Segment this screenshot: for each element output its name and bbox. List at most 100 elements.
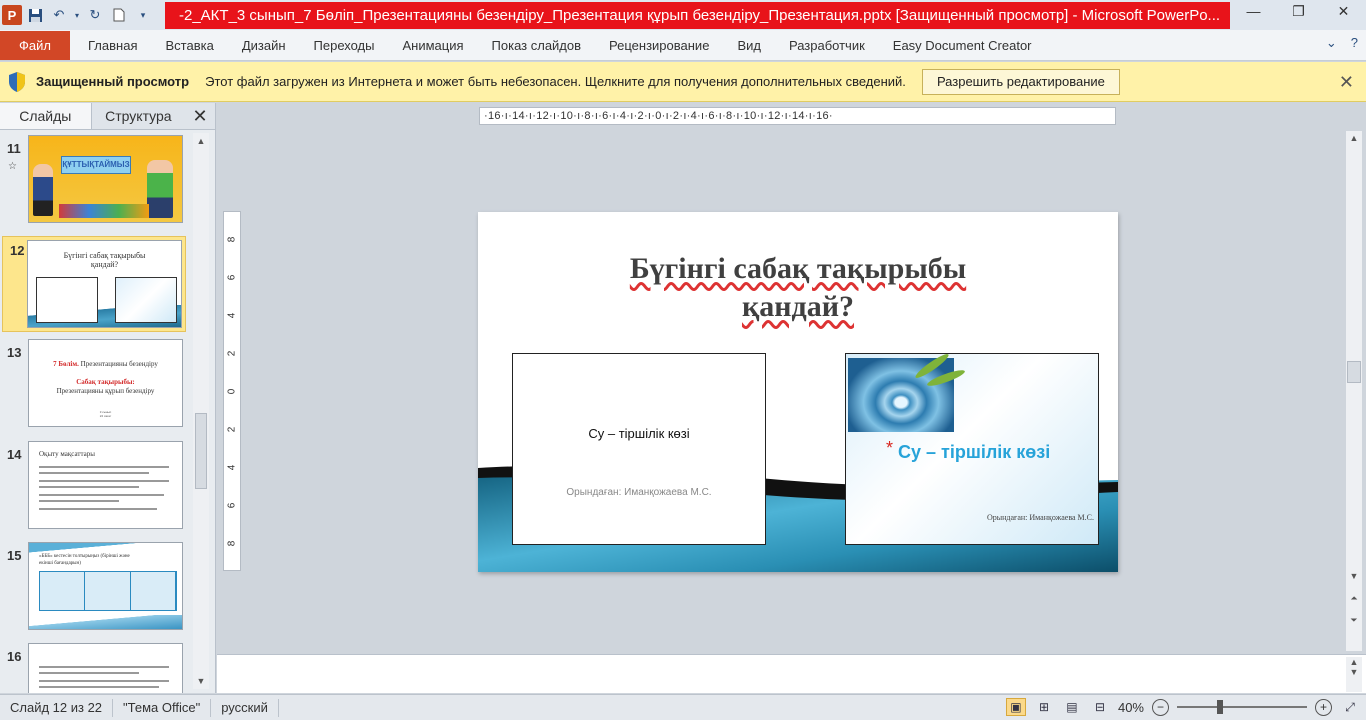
undo-icon[interactable]: ↶ bbox=[48, 4, 70, 26]
tab-slides[interactable]: Слайды bbox=[0, 103, 92, 129]
thumb-line-3: Презентацияны құрып безендіру bbox=[56, 387, 155, 395]
tab-view[interactable]: Вид bbox=[723, 30, 775, 61]
slide-thumbnail-15[interactable]: 15 «БББ» кестесін толтырыңыз (бірінші жә… bbox=[0, 542, 192, 638]
thumb-text-line bbox=[39, 472, 149, 474]
file-tab[interactable]: Файл bbox=[0, 30, 70, 60]
scroll-thumb[interactable] bbox=[195, 413, 207, 489]
boy-image bbox=[147, 160, 173, 218]
ribbon-tabs: Файл Главная Вставка Дизайн Переходы Ани… bbox=[0, 30, 1366, 61]
view-controls: ▣ ⊞ ▤ ⊟ 40% − + ⤢ bbox=[1005, 698, 1360, 716]
slide-sorter-icon[interactable]: ⊞ bbox=[1034, 698, 1054, 716]
zoom-level[interactable]: 40% bbox=[1118, 700, 1144, 715]
zoom-slider-knob[interactable] bbox=[1217, 700, 1223, 714]
scroll-down-icon[interactable]: ▼ bbox=[1346, 571, 1362, 581]
language[interactable]: русский bbox=[211, 698, 279, 717]
slide-title[interactable]: Бүгінгі сабақ тақырыбы қандай? bbox=[478, 250, 1118, 326]
notes-scrollbar[interactable]: ▲ ▼ bbox=[1346, 657, 1362, 692]
tab-animations[interactable]: Анимация bbox=[389, 30, 478, 61]
thumb-heading: Оқыту мақсаттары bbox=[39, 450, 95, 458]
previous-slide-icon[interactable]: ⏶ bbox=[1346, 593, 1362, 604]
thumb-text-line bbox=[39, 466, 169, 468]
thumb-table bbox=[39, 571, 177, 611]
powerpoint-logo-icon[interactable]: P bbox=[2, 5, 22, 25]
thumb-text-line bbox=[39, 680, 169, 682]
embedded-slide-1[interactable]: Су – тіршілік көзі Орындаған: Иманқожаев… bbox=[512, 353, 766, 545]
thumb-line-1: 7 Бөлім. Презентацияны безендіру bbox=[29, 360, 182, 368]
tab-design[interactable]: Дизайн bbox=[228, 30, 300, 61]
protected-view-title: Защищенный просмотр bbox=[36, 74, 190, 89]
slide-thumbnail-13[interactable]: 13 7 Бөлім. Презентацияны безендіру Саба… bbox=[0, 339, 192, 435]
notes-pane[interactable]: ▲ ▼ bbox=[217, 654, 1366, 693]
restore-button[interactable]: ❐ bbox=[1276, 0, 1321, 22]
editor-scrollbar[interactable]: ▲ ▼ ⏶ ⏷ bbox=[1346, 131, 1362, 651]
tab-slideshow[interactable]: Показ слайдов bbox=[478, 30, 596, 61]
new-document-icon[interactable] bbox=[108, 4, 130, 26]
close-window-button[interactable]: ✕ bbox=[1321, 0, 1366, 22]
thumb-line-4: 3 сынып 22 сағат bbox=[29, 410, 182, 418]
slide-number: 11 bbox=[7, 141, 21, 156]
ruler-mark: 4 bbox=[226, 464, 238, 471]
minimize-button[interactable]: — bbox=[1231, 0, 1276, 22]
tab-developer[interactable]: Разработчик bbox=[775, 30, 879, 61]
scroll-thumb[interactable] bbox=[1347, 361, 1361, 383]
fit-to-window-icon[interactable]: ⤢ bbox=[1340, 698, 1360, 716]
scroll-up-icon[interactable]: ▲ bbox=[193, 133, 209, 149]
enable-editing-button[interactable]: Разрешить редактирование bbox=[921, 68, 1120, 95]
normal-view-icon[interactable]: ▣ bbox=[1005, 698, 1026, 716]
ruler-mark: 6 bbox=[226, 274, 238, 281]
animation-star-icon: ☆ bbox=[8, 161, 17, 172]
ruler-mark: 6 bbox=[226, 502, 238, 509]
tab-outline[interactable]: Структура bbox=[92, 103, 186, 129]
current-slide[interactable]: Бүгінгі сабақ тақырыбы қандай? Су – тірш… bbox=[478, 212, 1118, 572]
zoom-in-icon[interactable]: + bbox=[1315, 698, 1332, 716]
embedded-author: Орындаған: Иманқожаева М.С. bbox=[566, 487, 712, 498]
embedded-title: Су – тіршілік көзі bbox=[588, 426, 690, 441]
slide-thumbnail-12[interactable]: 12 Бүгінгі сабақ тақырыбы қандай? bbox=[2, 236, 186, 332]
tab-easy-document-creator[interactable]: Easy Document Creator bbox=[879, 30, 1046, 61]
redo-icon[interactable]: ↻ bbox=[84, 4, 106, 26]
slide-number: 13 bbox=[7, 345, 22, 360]
save-icon[interactable] bbox=[24, 4, 46, 26]
ribbon-right-controls: ⌄ ? bbox=[1326, 35, 1358, 51]
slide-number: 14 bbox=[7, 447, 22, 462]
next-slide-icon[interactable]: ⏷ bbox=[1346, 615, 1362, 626]
congrats-banner: ҚҰТТЫҚТАЙМЫЗ bbox=[61, 156, 131, 174]
embedded-title: Су – тіршілік көзі bbox=[898, 442, 1051, 462]
slide-editor: ·16·ı·14·ı·12·ı·10·ı·8·ı·6·ı·4·ı·2·ı·0·ı… bbox=[217, 103, 1366, 653]
minimize-ribbon-icon[interactable]: ⌄ bbox=[1326, 35, 1337, 51]
tab-home[interactable]: Главная bbox=[70, 30, 151, 61]
slideshow-icon[interactable]: ⊟ bbox=[1090, 698, 1110, 716]
help-icon[interactable]: ? bbox=[1351, 35, 1358, 51]
close-panel-icon[interactable]: ✕ bbox=[185, 103, 215, 129]
protected-view-message[interactable]: Этот файл загружен из Интернета и может … bbox=[205, 74, 906, 89]
tab-transitions[interactable]: Переходы bbox=[300, 30, 389, 61]
slide-thumbnail-11[interactable]: 11 ☆ ҚҰТТЫҚТАЙМЫЗ bbox=[0, 135, 192, 231]
theme-name[interactable]: "Тема Office" bbox=[113, 698, 212, 717]
thumb-text-line bbox=[39, 500, 119, 502]
thumb-text-line bbox=[39, 686, 159, 688]
slide-number: 15 bbox=[7, 548, 22, 563]
undo-dropdown-icon[interactable]: ▾ bbox=[72, 4, 82, 26]
slide-preview: 7 Бөлім. Презентацияны безендіру Сабақ т… bbox=[28, 339, 183, 427]
zoom-slider[interactable] bbox=[1177, 700, 1307, 714]
scroll-down-icon[interactable]: ▼ bbox=[193, 673, 209, 689]
slide-title-line-1: Бүгінгі сабақ тақырыбы bbox=[629, 252, 967, 285]
tab-review[interactable]: Рецензирование bbox=[595, 30, 723, 61]
slide-preview: ҚҰТТЫҚТАЙМЫЗ bbox=[28, 135, 183, 223]
reading-view-icon[interactable]: ▤ bbox=[1062, 698, 1082, 716]
customize-toolbar-icon[interactable]: ▾ bbox=[132, 4, 154, 26]
thumb-text-line bbox=[39, 672, 139, 674]
thumb-title: Бүгінгі сабақ тақырыбы қандай? bbox=[63, 251, 146, 269]
close-icon[interactable]: ✕ bbox=[1339, 72, 1354, 93]
embedded-slide-2[interactable]: * Су – тіршілік көзі Орындаған: Иманқожа… bbox=[845, 353, 1099, 545]
slide-preview bbox=[28, 643, 183, 693]
zoom-out-icon[interactable]: − bbox=[1152, 698, 1169, 716]
slide-thumbnail-16[interactable]: 16 bbox=[0, 643, 192, 693]
slides-scrollbar[interactable]: ▲ ▼ bbox=[193, 133, 209, 689]
scroll-up-icon[interactable]: ▲ bbox=[1346, 133, 1362, 143]
shield-icon bbox=[8, 71, 26, 93]
thumb-embed-2 bbox=[115, 277, 177, 323]
ruler-mark: 8 bbox=[226, 236, 238, 243]
slide-thumbnail-14[interactable]: 14 Оқыту мақсаттары bbox=[0, 441, 192, 537]
tab-insert[interactable]: Вставка bbox=[151, 30, 227, 61]
